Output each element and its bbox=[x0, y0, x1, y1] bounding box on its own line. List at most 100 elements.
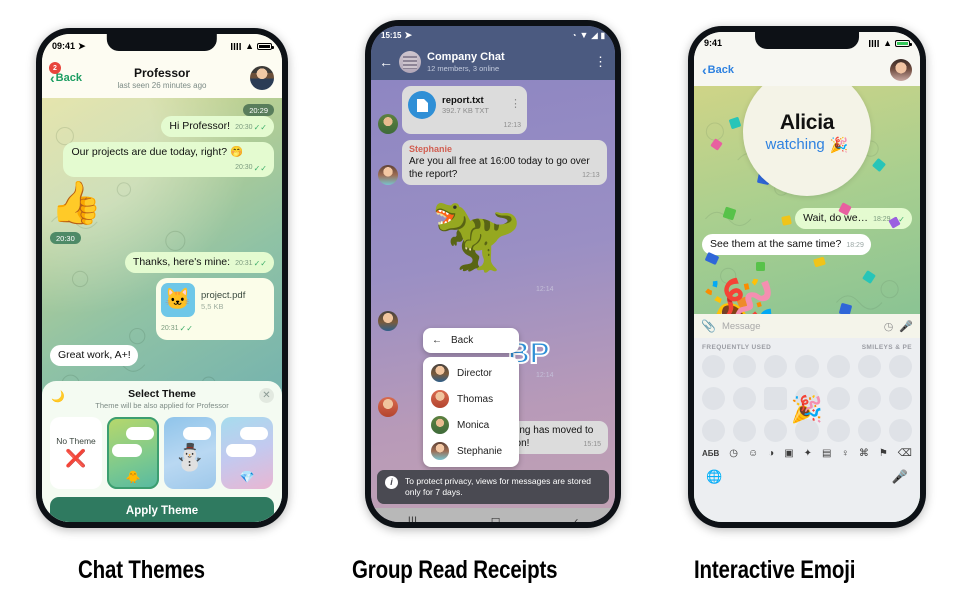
signal-bars-icon bbox=[231, 42, 243, 50]
hash-icon[interactable]: ⌘ bbox=[859, 448, 869, 459]
dinosaur-sticker[interactable]: 🦖 bbox=[430, 191, 522, 278]
group-avatar[interactable] bbox=[399, 51, 421, 73]
sticker-icon[interactable]: ◷ bbox=[884, 320, 894, 333]
message-row[interactable]: Our projects are due today, right? 🤭 20:… bbox=[50, 141, 274, 178]
back-button[interactable]: 2 ‹ Back bbox=[49, 62, 82, 85]
arrow-left-icon[interactable]: ← bbox=[379, 54, 393, 70]
emoji-cell[interactable] bbox=[826, 387, 850, 411]
sheet-title: Select Theme bbox=[128, 388, 196, 400]
sender-avatar[interactable] bbox=[378, 114, 398, 134]
message-bubble[interactable]: See them at the same time? 18:29 bbox=[702, 233, 871, 255]
microphone-icon[interactable]: 🎤 bbox=[899, 320, 913, 333]
theme-option-green[interactable]: 🐥 bbox=[107, 417, 159, 489]
sticker-row[interactable]: 👍 bbox=[50, 182, 274, 224]
signal-bars-icon bbox=[869, 39, 881, 47]
viewer-item[interactable]: Director bbox=[423, 360, 519, 386]
emoji-cell[interactable] bbox=[857, 387, 881, 411]
clock-icon[interactable]: ◷ bbox=[729, 448, 738, 459]
message-row[interactable]: See them at the same time? 18:29 bbox=[702, 233, 912, 255]
read-tick-icon: ✓✓ bbox=[253, 163, 267, 173]
emoji-cell[interactable] bbox=[857, 419, 881, 443]
file-message-row[interactable]: 🐱 project.pdf 5,5 KB 20:31 ✓✓ bbox=[50, 278, 274, 341]
viewer-item[interactable]: Monica bbox=[423, 412, 519, 438]
message-bubble[interactable]: Great work, A+! bbox=[50, 345, 138, 366]
theme-option-gem[interactable]: 💎 bbox=[221, 417, 273, 489]
more-vertical-icon[interactable]: ⋮ bbox=[510, 99, 521, 109]
emoji-category-row[interactable]: АБВ ◷ ☺ ◑ ▣ ✦ ▤ ♀ ⌘ ⚑ ⌫ bbox=[694, 444, 920, 463]
apply-theme-button[interactable]: Apply Theme bbox=[50, 497, 274, 522]
recents-icon[interactable]: ||| bbox=[408, 514, 417, 522]
sender-avatar[interactable] bbox=[378, 397, 398, 418]
avatar[interactable] bbox=[890, 59, 912, 81]
message-row[interactable]: Wait, do we… 18:29 ✓✓ bbox=[702, 208, 912, 229]
emoji-cell[interactable] bbox=[826, 355, 850, 379]
emoji-cell[interactable] bbox=[733, 355, 757, 379]
emoji-cell[interactable] bbox=[764, 387, 788, 411]
close-icon[interactable]: ✕ bbox=[259, 388, 274, 403]
emoji-cell[interactable] bbox=[733, 387, 757, 411]
language-key[interactable]: АБВ bbox=[702, 449, 719, 458]
avatar[interactable] bbox=[250, 66, 274, 90]
message-bubble[interactable]: Wait, do we… 18:29 ✓✓ bbox=[795, 208, 912, 229]
back-button[interactable]: ‹ Back bbox=[702, 63, 734, 77]
sticker-message[interactable]: 🦖 12:14 bbox=[378, 191, 608, 311]
emoji-cell[interactable] bbox=[857, 355, 881, 379]
emoji-cell[interactable] bbox=[702, 419, 726, 443]
bear-icon[interactable]: ◑ bbox=[768, 448, 774, 459]
viewer-item[interactable]: Stephanie bbox=[423, 438, 519, 464]
sender-avatar[interactable] bbox=[378, 311, 398, 332]
emoji-cell[interactable] bbox=[702, 355, 726, 379]
moon-icon[interactable]: 🌙 bbox=[51, 390, 65, 403]
emoji-cell[interactable] bbox=[888, 355, 912, 379]
emoji-cell[interactable] bbox=[764, 419, 788, 443]
microphone-icon[interactable]: 🎤 bbox=[892, 469, 908, 485]
message-row[interactable]: Stephanie Are you all free at 16:00 toda… bbox=[378, 140, 608, 186]
emoji-cell[interactable] bbox=[888, 419, 912, 443]
file-bubble[interactable]: report.txt 392.7 KB TXT ⋮ 12:13 bbox=[402, 86, 527, 134]
emoji-cell[interactable] bbox=[888, 387, 912, 411]
message-input[interactable]: Message bbox=[722, 321, 878, 332]
food-icon[interactable]: ▣ bbox=[784, 448, 793, 459]
smiley-icon[interactable]: ☺ bbox=[748, 448, 758, 459]
globe-icon[interactable]: 🌐 bbox=[706, 469, 722, 485]
message-bubble[interactable]: Stephanie Are you all free at 16:00 toda… bbox=[402, 140, 607, 186]
more-vertical-icon[interactable]: ⋮ bbox=[594, 55, 607, 68]
emoji-cell[interactable] bbox=[733, 419, 757, 443]
viewer-name: Monica bbox=[457, 419, 490, 431]
read-receipts-menu: ← Back Director Thomas Monica Stephanie bbox=[423, 328, 519, 467]
sender-avatar[interactable] bbox=[378, 165, 398, 186]
phone2-screen: 15:15 ➤ ◔ ▼ ◢ ▮ ← Company Chat 12 member… bbox=[371, 26, 615, 522]
back-icon[interactable]: ‹ bbox=[574, 514, 578, 522]
message-bubble[interactable]: Hi Professor! 20:30 ✓✓ bbox=[161, 116, 274, 137]
file-message-row[interactable]: report.txt 392.7 KB TXT ⋮ 12:13 bbox=[378, 86, 608, 134]
message-bubble[interactable]: Thanks, here's mine: 20:31 ✓✓ bbox=[124, 252, 274, 274]
car-icon[interactable]: ▤ bbox=[822, 448, 831, 459]
flag-icon[interactable]: ⚑ bbox=[879, 448, 888, 459]
group-title: Company Chat bbox=[427, 51, 505, 64]
emoji-cell[interactable] bbox=[795, 355, 819, 379]
message-bubble[interactable]: Our projects are due today, right? 🤭 20:… bbox=[63, 141, 274, 178]
emoji-cell[interactable] bbox=[764, 355, 788, 379]
message-row[interactable]: Hi Professor! 20:30 ✓✓ bbox=[50, 116, 274, 137]
avatar bbox=[431, 416, 449, 434]
theme-option-snowman[interactable]: ⛄ bbox=[164, 417, 216, 489]
thumbs-up-sticker[interactable]: 👍 bbox=[50, 182, 102, 224]
paperclip-icon[interactable]: 📎 bbox=[701, 319, 716, 333]
ball-icon[interactable]: ✦ bbox=[804, 448, 812, 459]
timestamp: 12:14 bbox=[536, 372, 554, 380]
theme-option-no-theme[interactable]: No Theme ❌ bbox=[50, 417, 102, 489]
emoji-cell[interactable] bbox=[826, 419, 850, 443]
bulb-icon[interactable]: ♀ bbox=[841, 448, 849, 459]
party-popper-emoji-key[interactable]: 🎉 bbox=[791, 394, 823, 425]
home-icon[interactable]: ◻ bbox=[491, 514, 501, 522]
message-row[interactable]: Thanks, here's mine: 20:31 ✓✓ bbox=[50, 252, 274, 274]
message-input-bar[interactable]: 📎 Message ◷ 🎤 bbox=[694, 314, 920, 338]
viewer-item[interactable]: Thomas bbox=[423, 386, 519, 412]
backspace-icon[interactable]: ⌫ bbox=[898, 448, 912, 459]
menu-back-button[interactable]: ← Back bbox=[423, 328, 519, 353]
privacy-toast: i To protect privacy, views for messages… bbox=[377, 469, 609, 504]
theme-icon: ⛄ bbox=[173, 442, 207, 472]
message-row[interactable]: Great work, A+! bbox=[50, 345, 274, 366]
emoji-cell[interactable] bbox=[702, 387, 726, 411]
file-bubble[interactable]: 🐱 project.pdf 5,5 KB 20:31 ✓✓ bbox=[156, 278, 274, 341]
